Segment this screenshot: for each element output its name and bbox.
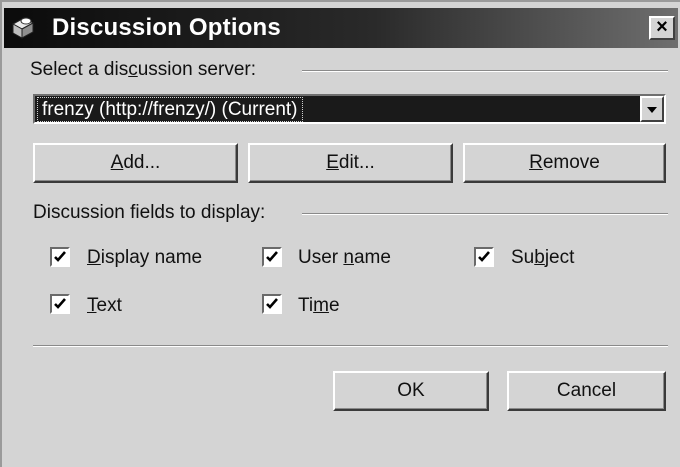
checkmark-icon — [54, 251, 66, 262]
field-label-part: e — [328, 295, 340, 316]
add-mnemonic: A — [110, 152, 124, 173]
add-button[interactable]: Add... — [33, 143, 238, 183]
ok-button[interactable]: OK — [333, 371, 489, 411]
discussion-icon — [10, 15, 36, 41]
user-name-label[interactable]: User name — [298, 246, 391, 270]
display-name-label[interactable]: Display name — [87, 246, 202, 270]
user-name-checkbox[interactable] — [262, 247, 282, 267]
field-label-part: ame — [353, 247, 391, 268]
remove-button[interactable]: Remove — [463, 143, 666, 183]
time-checkbox[interactable] — [262, 294, 282, 314]
edit-label: dit... — [338, 152, 375, 173]
display-name-checkbox[interactable] — [50, 247, 70, 267]
server-select-value: frenzy (http://frenzy/) (Current) — [37, 97, 303, 122]
field-label-part: isplay name — [100, 247, 203, 268]
time-label[interactable]: Time — [298, 294, 340, 318]
field-label-part: ext — [96, 295, 122, 316]
checkmark-icon — [266, 251, 278, 262]
field-label-mnemonic: m — [313, 295, 329, 316]
subject-checkbox[interactable] — [474, 247, 494, 267]
field-label-part: Ti — [298, 295, 314, 316]
edit-button[interactable]: Edit... — [248, 143, 453, 183]
title-bar[interactable]: Discussion Options × — [4, 8, 678, 48]
server-label-part: Select a dis — [30, 59, 129, 80]
field-label-part: ject — [544, 247, 575, 268]
fields-group-divider — [302, 213, 668, 215]
cancel-button[interactable]: Cancel — [507, 371, 666, 411]
text-label[interactable]: Text — [87, 294, 122, 318]
field-label-mnemonic: b — [534, 247, 545, 268]
remove-mnemonic: R — [529, 152, 543, 173]
text-checkbox[interactable] — [50, 294, 70, 314]
field-label-mnemonic: T — [87, 295, 97, 316]
edit-mnemonic: E — [326, 152, 339, 173]
chevron-down-icon — [647, 107, 657, 113]
server-label-part: ussion server: — [137, 59, 257, 80]
checkmark-icon — [478, 251, 490, 262]
subject-label[interactable]: Subject — [511, 246, 574, 270]
server-group-divider — [302, 70, 668, 72]
checkmark-icon — [54, 298, 66, 309]
field-label-mnemonic: D — [87, 247, 101, 268]
close-button[interactable]: × — [649, 16, 675, 40]
server-label-mnemonic: c — [128, 59, 138, 80]
server-group-label: Select a discussion server: — [30, 59, 265, 81]
field-label-part: User — [298, 247, 344, 268]
window-title: Discussion Options — [52, 14, 281, 41]
separator — [33, 345, 668, 347]
close-icon: × — [656, 16, 668, 38]
remove-label: emove — [542, 152, 600, 173]
checkmark-icon — [266, 298, 278, 309]
field-label-part: Su — [511, 247, 535, 268]
fields-group-label: Discussion fields to display: — [33, 202, 274, 224]
field-label-mnemonic: n — [343, 247, 354, 268]
server-select[interactable]: frenzy (http://frenzy/) (Current) — [33, 94, 666, 124]
discussion-options-dialog: Discussion Options × Select a discussion… — [0, 0, 680, 467]
dropdown-button[interactable] — [640, 96, 664, 122]
add-label: dd... — [123, 152, 161, 173]
